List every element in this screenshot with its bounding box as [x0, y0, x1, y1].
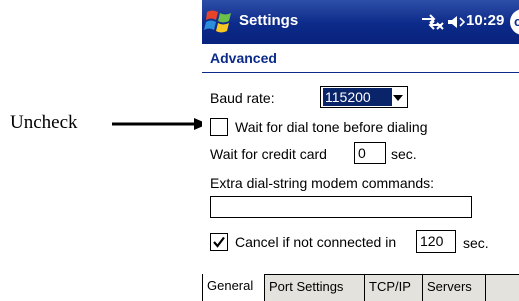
extra-commands-label: Extra dial-string modem commands:	[210, 175, 435, 191]
cancel-not-connected-label: Cancel if not connected in	[235, 234, 397, 250]
connectivity-icon[interactable]	[420, 14, 444, 30]
tab-bar: General Port Settings TCP/IP Servers	[202, 274, 519, 301]
ok-button[interactable]: ok	[510, 9, 519, 35]
wait-credit-card-unit: sec.	[391, 146, 417, 162]
baud-rate-label: Baud rate:	[210, 90, 275, 106]
tab-port-settings[interactable]: Port Settings	[265, 275, 365, 301]
chevron-down-icon[interactable]	[393, 95, 403, 101]
volume-icon[interactable]	[447, 14, 465, 30]
cancel-timeout-input[interactable]: 120	[416, 230, 456, 253]
baud-rate-select[interactable]: 115200	[320, 86, 408, 108]
window-title: Settings	[239, 12, 299, 29]
checkmark-icon	[213, 236, 225, 248]
tab-general[interactable]: General	[202, 274, 265, 301]
page-header: Advanced	[202, 44, 519, 73]
device-screen: Settings 10:29 ok Advanced Baud rate: 11…	[202, 0, 519, 301]
baud-rate-value: 115200	[323, 88, 392, 106]
clock[interactable]: 10:29	[466, 12, 504, 29]
cancel-not-connected-checkbox[interactable]	[210, 233, 228, 251]
title-bar: Settings 10:29 ok	[202, 0, 519, 44]
wait-dial-tone-label: Wait for dial tone before dialing	[235, 119, 428, 135]
page-title: Advanced	[210, 50, 277, 66]
extra-commands-input[interactable]	[210, 196, 472, 218]
tab-servers[interactable]: Servers	[423, 275, 486, 301]
cancel-timeout-unit: sec.	[463, 235, 489, 251]
tab-tcpip[interactable]: TCP/IP	[365, 275, 423, 301]
annotation-arrow-icon	[112, 118, 208, 130]
wait-credit-card-input[interactable]: 0	[354, 142, 386, 164]
annotation-label: Uncheck	[10, 112, 78, 133]
wait-credit-card-label: Wait for credit card	[210, 146, 327, 162]
windows-start-icon[interactable]	[204, 6, 235, 37]
wait-dial-tone-checkbox[interactable]	[210, 118, 228, 136]
